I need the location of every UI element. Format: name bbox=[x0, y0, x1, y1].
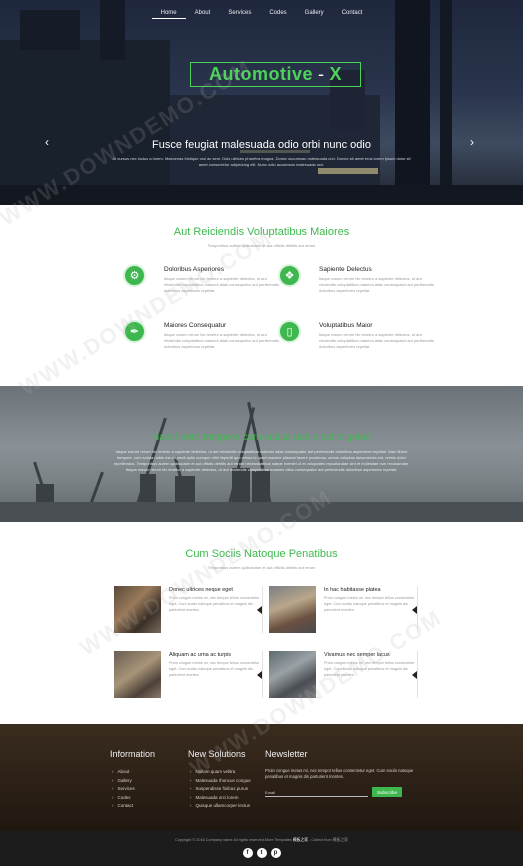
news-card-text: Proin congue metus mi, nec tempor tellus… bbox=[169, 661, 260, 677]
gear-icon: ⚙ bbox=[123, 264, 146, 287]
news-card-title: In hac habitasse platea bbox=[324, 587, 381, 593]
footer-link[interactable]: Malesuada orci lorem bbox=[190, 794, 251, 803]
nav-home[interactable]: Home bbox=[151, 8, 186, 19]
hero-text: At cursus nec luctus a lorem. Maecenas t… bbox=[112, 156, 411, 167]
news-thumbnail bbox=[269, 586, 316, 633]
nav-about[interactable]: About bbox=[186, 8, 220, 19]
footer-link[interactable]: Suspendisse finibus purus bbox=[190, 785, 251, 794]
nav-codes[interactable]: Codes bbox=[260, 8, 295, 19]
share-icon: ❖ bbox=[278, 264, 301, 287]
copyright-link[interactable]: 模板之家 bbox=[293, 838, 308, 842]
card-divider bbox=[417, 651, 418, 698]
news-card-title: Aliquam ac urna ac turpis bbox=[169, 652, 232, 658]
news-card[interactable]: Donec ultrices neque eget Proin congue m… bbox=[114, 586, 264, 636]
copyright: Copyright © 2016 Company name All rights… bbox=[0, 838, 523, 843]
news-card-text: Proin congue metus mi, nec tempor tellus… bbox=[169, 596, 260, 612]
feature-text: Itaque earum rerum hic tenetur a sapient… bbox=[319, 276, 434, 293]
nav-gallery[interactable]: Gallery bbox=[296, 8, 333, 19]
footer-link[interactable]: Services bbox=[112, 785, 135, 794]
feature-title: Sapiente Delectus bbox=[319, 266, 372, 273]
logo-text-right: X bbox=[329, 64, 342, 84]
footer-information-title: Information bbox=[110, 749, 156, 759]
footer-link[interactable]: Malesuada rhoncus congue bbox=[190, 777, 251, 786]
hero-title: Fusce feugiat malesuada odio orbi nunc o… bbox=[152, 139, 371, 151]
news-thumbnail bbox=[114, 651, 161, 698]
news-card-title: Vivamus nec semper lacus bbox=[324, 652, 390, 658]
features-subtitle: Temporibus autem quibusdam et aut offici… bbox=[207, 243, 316, 248]
card-divider bbox=[417, 586, 418, 633]
feature-text: Itaque earum rerum hic tenetur a sapient… bbox=[164, 276, 279, 293]
footer-newsletter-title: Newsletter bbox=[265, 749, 308, 759]
news-title: Cum Sociis Natoque Penatibus bbox=[185, 548, 338, 560]
logo-separator: - bbox=[317, 64, 325, 84]
footer bbox=[0, 724, 523, 831]
feature-title: Voluptatibus Maior bbox=[319, 322, 373, 329]
feature-title: Maiores Consequatur bbox=[164, 322, 227, 329]
footer-link[interactable]: Nullam quam velitra bbox=[190, 768, 251, 777]
feature-title: Doloribus Asperiores bbox=[164, 266, 224, 273]
footer-solutions-title: New Solutions bbox=[188, 749, 246, 759]
band-text: Itaque earum rerum hic tenetur a sapient… bbox=[113, 449, 410, 472]
card-divider bbox=[262, 651, 263, 698]
news-thumbnail bbox=[269, 651, 316, 698]
logo-text-left: Automotive bbox=[208, 64, 313, 84]
news-card-text: Proin congue metus mi, nec tempor tellus… bbox=[324, 596, 415, 612]
card-divider bbox=[262, 586, 263, 633]
subscribe-button[interactable]: Subscribe bbox=[372, 787, 402, 797]
nav-services[interactable]: Services bbox=[219, 8, 260, 19]
footer-link[interactable]: About bbox=[112, 768, 135, 777]
newsletter-email-input[interactable] bbox=[265, 788, 368, 797]
card-pointer-icon bbox=[257, 671, 262, 679]
card-pointer-icon bbox=[412, 671, 417, 679]
news-card-title: Donec ultrices neque eget bbox=[169, 587, 233, 593]
news-subtitle: Temporibus autem quibusdam et aut offici… bbox=[207, 565, 316, 570]
feature-text: Itaque earum rerum hic tenetur a sapient… bbox=[164, 332, 279, 349]
nav-contact[interactable]: Contact bbox=[333, 8, 372, 19]
news-thumbnail bbox=[114, 586, 161, 633]
card-pointer-icon bbox=[412, 606, 417, 614]
footer-link[interactable]: Codes bbox=[112, 794, 135, 803]
news-card-text: Proin congue metus mi, nec tempor tellus… bbox=[324, 661, 415, 677]
card-pointer-icon bbox=[257, 606, 262, 614]
wrench-icon: ✒ bbox=[123, 320, 146, 343]
news-card[interactable]: Aliquam ac urna ac turpis Proin congue m… bbox=[114, 651, 264, 701]
features-title: Aut Reiciendis Voluptatibus Maiores bbox=[173, 226, 350, 238]
hero-banner bbox=[0, 0, 523, 205]
footer-solutions-list: Nullam quam velitra Malesuada rhoncus co… bbox=[190, 768, 251, 811]
pinterest-icon[interactable]: p bbox=[270, 848, 281, 858]
facebook-icon[interactable]: f bbox=[242, 848, 253, 858]
twitter-icon[interactable]: t bbox=[256, 848, 267, 858]
feature-text: Itaque earum rerum hic tenetur a sapient… bbox=[319, 332, 434, 349]
newsletter-text: Proin congue metus mi, nec tempor tellus… bbox=[265, 768, 414, 780]
footer-link[interactable]: Contact bbox=[112, 802, 135, 811]
footer-link[interactable]: Quisque ullamcorper lectus bbox=[190, 802, 251, 811]
news-card[interactable]: Vivamus nec semper lacus Proin congue me… bbox=[269, 651, 419, 701]
footer-link[interactable]: Gallery bbox=[112, 777, 135, 786]
main-nav: Home About Services Codes Gallery Contac… bbox=[0, 8, 523, 19]
site-logo[interactable]: Automotive - X bbox=[190, 62, 361, 87]
footer-information-list: About Gallery Services Codes Contact bbox=[112, 768, 135, 811]
copyright-text-post: - Collect from 模板之家 bbox=[309, 838, 348, 842]
social-links: f t p bbox=[0, 848, 523, 858]
news-card[interactable]: In hac habitasse platea Proin congue met… bbox=[269, 586, 419, 636]
mobile-icon: ▯ bbox=[278, 320, 301, 343]
band-title: Nam libero tempore cum soluta nobis est … bbox=[152, 432, 371, 443]
copyright-text: Copyright © 2016 Company name All rights… bbox=[175, 838, 292, 842]
watermark: WWW.DOWNDEMO.COM bbox=[15, 224, 277, 401]
